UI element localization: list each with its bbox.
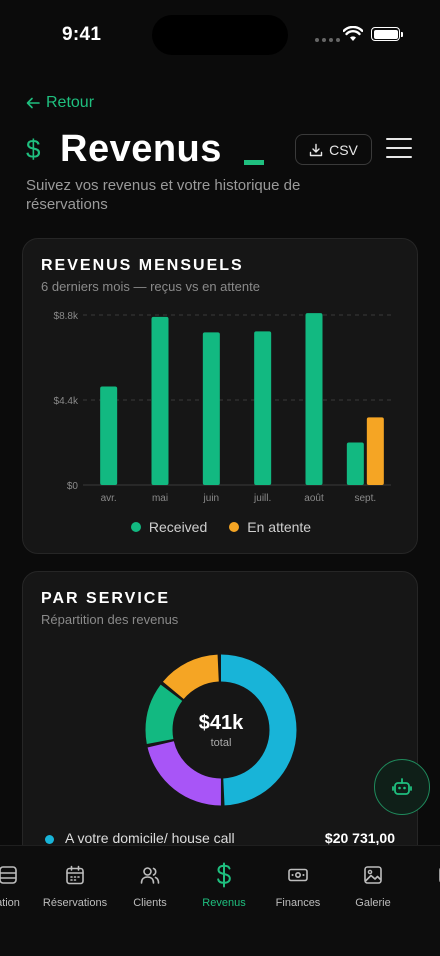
bar-received [305,313,323,485]
monthly-revenue-card: Revenus mensuels 6 derniers mois — reçus… [22,238,418,554]
csv-export-button[interactable]: CSV [295,134,372,165]
calendar-icon [66,865,84,885]
tab-label: Revenus [202,897,246,909]
bottom-tab-bar: ation Réservations Clients Revenus Finan… [0,845,440,956]
y-tick-label: $0 [67,481,79,492]
page-header: $ Revenus CSV [26,128,416,174]
arrow-left-icon [26,97,40,109]
bar-received [100,386,118,485]
csv-label: CSV [329,141,358,158]
signal-icon [315,38,340,42]
tab-label: Réservations [42,897,108,909]
donut-total-value: $41k [198,712,244,734]
tab-more[interactable]: Fa [403,862,440,909]
dollar-icon [217,862,231,888]
page-subtitle: Suivez vos revenus et votre historique d… [26,177,301,213]
menu-icon[interactable] [386,138,412,160]
x-tick-label: août [304,493,324,504]
legend-label: Received [148,519,208,535]
back-link[interactable]: Retour [26,94,94,112]
back-label: Retour [46,94,95,111]
dynamic-island [152,15,288,55]
x-tick-label: avr. [101,493,117,504]
tab-label: Galerie [355,897,391,909]
x-tick-label: juin [203,493,220,504]
legend-item-pending: En attente [229,519,311,535]
legend-swatch [229,522,240,532]
status-time: 9:41 [62,24,102,45]
x-tick-label: juill. [253,493,271,504]
y-tick-label: $4.4k [54,396,79,407]
bar-received [202,332,220,485]
tab-label: Finances [275,897,321,909]
tab-label: Clients [133,897,167,909]
legend-swatch [130,522,141,532]
users-icon [140,867,160,884]
x-tick-label: mai [152,493,168,504]
donut-total-label: total [210,737,232,749]
service-card-subtitle: Répartition des revenus [41,612,179,627]
service-breakdown-card: Par service Répartition des revenus $41k… [22,571,418,871]
service-name: A votre domicile/ house call [65,830,235,846]
page-title: Revenus [60,128,222,170]
legend-label: En attente [247,519,312,535]
banknote-icon [288,868,308,882]
bar-received [346,442,364,485]
bar-en-attente [366,417,384,485]
bot-icon [392,778,412,795]
y-tick-label: $8.8k [54,311,79,322]
grid-icon [0,866,17,884]
chart-legend: Received En attente [23,519,419,535]
status-bar: 9:41 [0,0,440,64]
tab-label: ation [0,897,20,909]
assistant-bot-button[interactable] [374,759,430,815]
battery-icon [371,27,403,41]
bar-received [254,331,272,485]
donut-center: $41k total [191,712,251,749]
bar-received [151,316,169,485]
legend-item-received: Received [130,519,208,535]
service-card-title: Par service [41,590,170,607]
monthly-bar-chart: $0 $4.4k $8.8k avr. mai juin juill. août sept. [54,311,391,504]
x-tick-label: sept. [354,493,376,504]
service-swatch [45,835,54,844]
image-icon [364,866,382,884]
service-amount: $20 731,00 [324,830,395,846]
download-icon [309,143,323,156]
title-cursor-decoration [244,160,264,165]
dollar-icon: $ [26,134,41,164]
wifi-icon [343,26,363,41]
